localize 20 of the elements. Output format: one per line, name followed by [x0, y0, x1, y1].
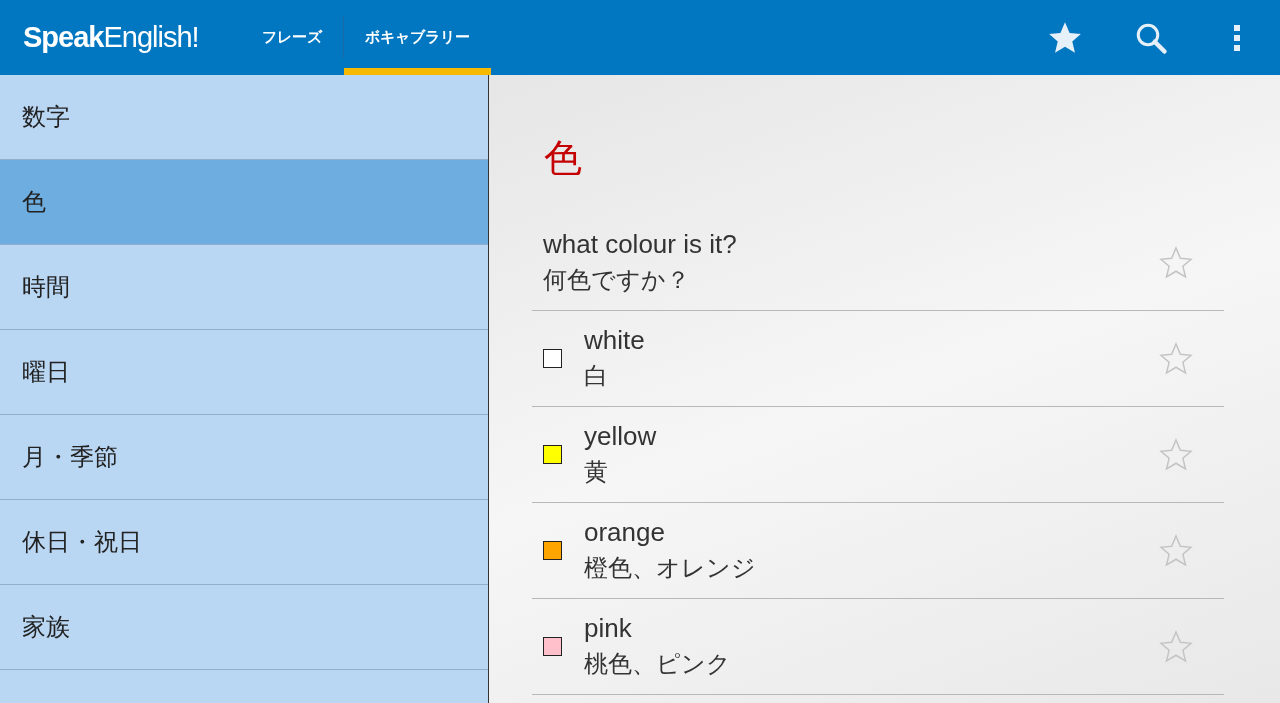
star-icon[interactable] — [1158, 532, 1194, 569]
japanese-word: 白 — [584, 361, 609, 392]
category-title: 色 — [544, 135, 583, 182]
star-icon[interactable] — [1158, 340, 1194, 377]
more-icon[interactable] — [1233, 23, 1241, 52]
english-word: what colour is it? — [543, 229, 738, 260]
star-icon[interactable] — [1158, 244, 1194, 281]
star-icon[interactable] — [1158, 436, 1194, 473]
japanese-word: 何色ですか？ — [543, 265, 691, 296]
japanese-word: 桃色、ピンク — [584, 649, 732, 680]
japanese-word: 橙色、オレンジ — [584, 553, 757, 584]
app-logo: SpeakEnglish! — [23, 21, 199, 54]
english-word: white — [584, 325, 646, 356]
category-item[interactable]: 色 — [0, 160, 488, 245]
english-word: yellow — [584, 421, 658, 452]
tab[interactable]: フレーズ — [240, 0, 343, 75]
japanese-word: 黄 — [584, 457, 609, 488]
english-word: orange — [584, 517, 666, 548]
star-icon[interactable] — [1158, 628, 1194, 665]
english-word: pink — [584, 613, 633, 644]
